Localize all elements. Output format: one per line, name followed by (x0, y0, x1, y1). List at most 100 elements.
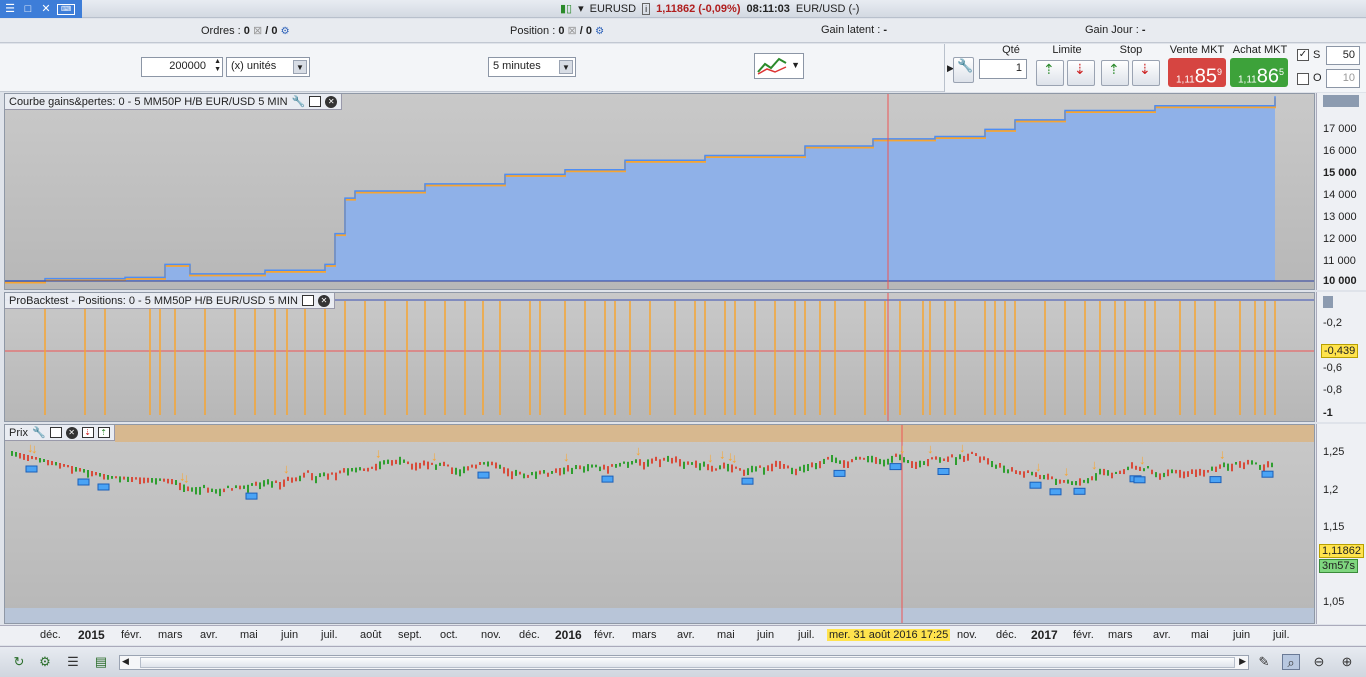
price-panel[interactable]: ↓ ↓ ↓ ↓ ↓ ↓ ↓ ↓ ↓ ↓ ↓ ↓ ↓ ↓ ↓ ↓ ↓ ↓ ↓ ↓ ↓ Prix 🔧 ✕ ⇣ ⇡ (4, 424, 1315, 624)
positions-scroll-tag (1323, 296, 1333, 308)
equity-axis: 17 000 16 000 15 000 14 000 13 000 12 00… (1316, 93, 1366, 290)
stepper-arrows-icon[interactable]: ▲ ▼ (214, 58, 221, 74)
zoom-in-icon[interactable]: ⊕ (1338, 654, 1356, 670)
price-candle (79, 468, 81, 472)
qte-field[interactable]: 1 (979, 59, 1027, 79)
price-candle (1011, 467, 1013, 472)
price-candle (367, 467, 369, 472)
stop-sell-button[interactable]: ⇣ (1132, 60, 1160, 86)
units-select[interactable]: (x) unités ▼ (226, 57, 310, 77)
s-checkbox[interactable]: ✓ (1297, 49, 1309, 61)
maximize-icon[interactable]: □ (21, 2, 35, 16)
timeframe-select[interactable]: 5 minutes ▼ (488, 57, 576, 77)
limit-sell-button[interactable]: ⇣ (1067, 60, 1095, 86)
chart-refresh-icon[interactable]: ↻ (10, 654, 28, 670)
close-icon[interactable]: ✕ (325, 95, 338, 108)
scroll-right-icon[interactable]: ▶ (1239, 656, 1246, 667)
clock: 08:11:03 (746, 2, 790, 15)
limit-buy-button[interactable]: ⇡ (1036, 60, 1064, 86)
chevron-down-icon[interactable]: ▼ (293, 60, 307, 74)
positions-axis: -0,2 -0,6 -0,8 -1 -0,439 (1316, 292, 1366, 422)
price-candle (111, 476, 113, 479)
price-candle (875, 457, 877, 464)
price-candle (1147, 466, 1149, 469)
price-candle (1179, 469, 1181, 478)
price-candle (1135, 465, 1137, 470)
price-candle (35, 457, 37, 460)
buy-market-button[interactable]: 1,11865 (1230, 58, 1288, 88)
price-candle (1167, 469, 1169, 477)
cancel-icon[interactable]: ⊠ (568, 25, 577, 37)
order-panel: ▶ 🔧 Qté 1 Limite ⇡ ⇣ Stop ⇡ ⇣ Vente MKT … (944, 44, 1366, 92)
scroll-left-icon[interactable]: ◀ (122, 656, 129, 667)
price-candle (407, 461, 409, 465)
price-candle (483, 462, 485, 465)
wrench-icon[interactable]: 🔧 (32, 426, 46, 439)
layout-icon[interactable]: ▤ (92, 654, 110, 670)
settings-button[interactable]: 🔧 (953, 57, 974, 83)
chart-type-icon (757, 57, 787, 75)
exit-marker (741, 477, 754, 485)
dropdown-arrow-icon[interactable]: ▾ (578, 2, 584, 15)
price-candle (1187, 471, 1189, 477)
price-candle (163, 478, 165, 482)
add-icon[interactable]: ⇡ (97, 427, 110, 438)
info-icon[interactable]: i (642, 2, 651, 15)
scroll-thumb[interactable] (140, 657, 1235, 668)
window-icon[interactable] (49, 427, 62, 438)
price-candle (519, 471, 521, 475)
date-axis: déc. 2015 févr. mars avr. mai juin juil.… (0, 625, 1366, 645)
price-candle (55, 462, 57, 466)
o-checkbox[interactable] (1297, 73, 1309, 85)
candlestick-icon[interactable]: ▮▯ (560, 2, 572, 15)
keyboard-icon[interactable]: ⌨ (57, 3, 75, 15)
chart-type-button[interactable]: ▼ (754, 53, 804, 79)
window-icon[interactable] (309, 96, 322, 107)
price-candle (615, 464, 617, 468)
price-candle (523, 473, 525, 479)
close-window-icon[interactable]: ✕ (39, 2, 53, 16)
menu-icon[interactable]: ☰ (3, 2, 17, 16)
price-candle (327, 473, 329, 480)
s-field[interactable]: 50 (1326, 46, 1360, 65)
horizontal-scrollbar[interactable]: ◀ ▶ (119, 655, 1249, 670)
chevron-down-icon[interactable]: ▼ (559, 60, 573, 74)
quantity-stepper[interactable]: 200000 ▲ ▼ (141, 57, 223, 77)
window-icon[interactable] (301, 295, 314, 306)
positions-panel[interactable]: ProBacktest - Positions: 0 - 5 MM50P H/B… (4, 292, 1315, 422)
close-icon[interactable]: ✕ (65, 426, 78, 439)
wrench-icon[interactable]: 🔧 (292, 95, 306, 108)
price-candle (171, 479, 173, 485)
cancel-icon[interactable]: ⊠ (253, 25, 262, 37)
info-bar: Ordres : 0 ⊠ / 0 ⚙ Position : 0 ⊠ / 0 ⚙ … (0, 19, 1366, 43)
price-candle (755, 466, 757, 472)
equity-tick: 17 000 (1323, 123, 1357, 135)
price-candle (663, 457, 665, 461)
equity-panel[interactable]: Courbe gains&pertes: 0 - 5 MM50P H/B EUR… (4, 93, 1315, 290)
gear-icon[interactable]: ⚙ (281, 26, 290, 37)
delete-icon[interactable]: ⇣ (81, 427, 94, 438)
close-icon[interactable]: ✕ (317, 294, 330, 307)
chevron-down-icon[interactable]: ▼ (791, 60, 800, 70)
zoom-out-icon[interactable]: ⊖ (1310, 654, 1328, 670)
equity-current-tag (1323, 95, 1359, 107)
sell-market-button[interactable]: 1,11859 (1168, 58, 1226, 88)
date-tick: nov. (481, 629, 501, 641)
price-candle (635, 459, 637, 463)
gear-icon[interactable]: ⚙ (595, 26, 604, 37)
price-candle (607, 466, 609, 474)
stop-buy-button[interactable]: ⇡ (1101, 60, 1129, 86)
o-field[interactable]: 10 (1326, 69, 1360, 88)
symbol-name[interactable]: EURUSD (590, 3, 636, 15)
indicator-icon[interactable]: ⚙ (36, 654, 54, 670)
list-icon[interactable]: ☰ (64, 654, 82, 670)
price-candle (971, 451, 973, 454)
crosshair-icon[interactable]: ✎ (1255, 654, 1273, 670)
zoom-icon[interactable]: ⌕ (1282, 654, 1300, 670)
price-candle (1171, 469, 1173, 474)
sell-arrow-marker: ↓ (31, 441, 38, 456)
price-candle (651, 458, 653, 464)
price-candle (83, 469, 85, 473)
price-candle (931, 457, 933, 460)
price-candle (963, 455, 965, 462)
